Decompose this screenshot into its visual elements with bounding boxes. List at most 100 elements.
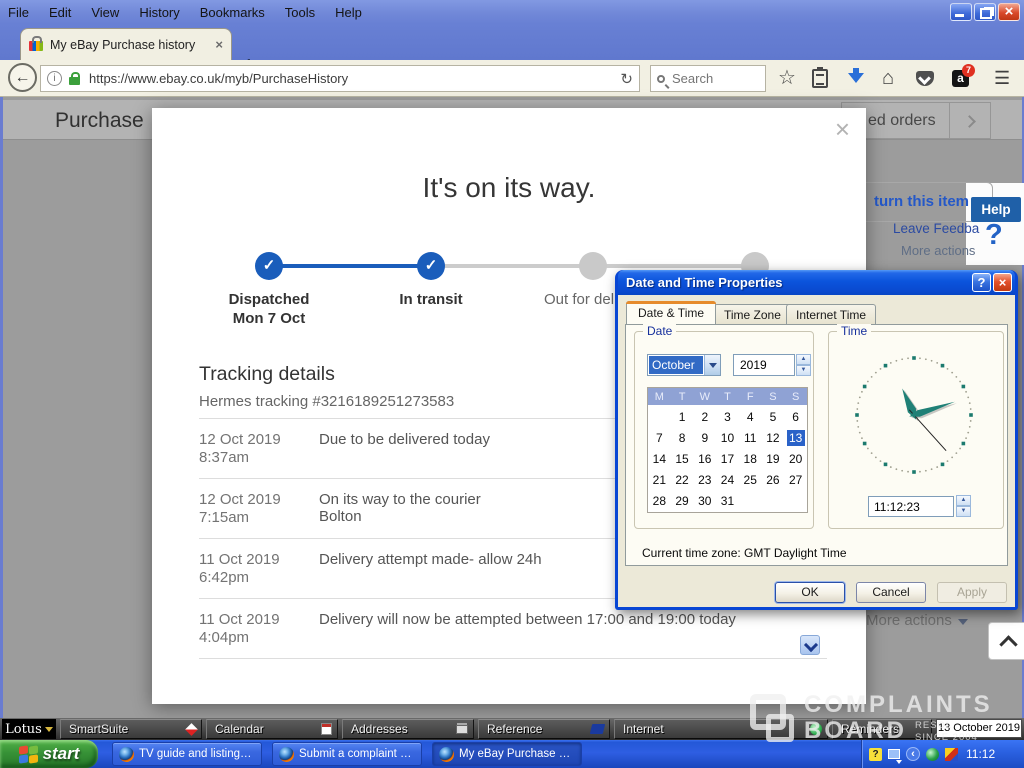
tray-help-icon[interactable] bbox=[869, 748, 882, 761]
task-label: Submit a complaint □... bbox=[299, 748, 415, 760]
ok-button[interactable]: OK bbox=[775, 582, 845, 603]
lotus-reminders-button[interactable]: Reminders bbox=[832, 719, 932, 739]
firefox-icon bbox=[439, 747, 454, 762]
lotus-menu-button[interactable]: Lotus bbox=[2, 719, 56, 739]
calendar-day[interactable]: 16 bbox=[696, 451, 714, 467]
dialog-titlebar[interactable]: Date and Time Properties bbox=[618, 270, 1015, 295]
tab-date-time[interactable]: Date & Time bbox=[626, 301, 716, 324]
chevron-down-icon[interactable] bbox=[704, 355, 720, 375]
task-tv-guide[interactable]: TV guide and listings -... bbox=[112, 742, 262, 766]
calendar-day[interactable]: 17 bbox=[718, 451, 736, 467]
lotus-internet-button[interactable]: Internet bbox=[614, 719, 828, 739]
calendar-day[interactable]: 6 bbox=[787, 409, 805, 425]
cancel-button[interactable]: Cancel bbox=[856, 582, 926, 603]
tray-network-icon[interactable] bbox=[926, 748, 939, 761]
library-icon[interactable] bbox=[812, 69, 828, 88]
calendar-day[interactable]: 26 bbox=[764, 472, 782, 488]
pocket-icon[interactable] bbox=[916, 71, 934, 86]
more-actions-dropdown[interactable]: More actions bbox=[866, 612, 968, 629]
close-button[interactable] bbox=[998, 3, 1020, 21]
time-field[interactable] bbox=[868, 496, 954, 517]
calendar-day[interactable]: 30 bbox=[696, 493, 714, 509]
tab-my-ebay[interactable]: My eBay Purchase history bbox=[20, 28, 232, 60]
reload-icon[interactable] bbox=[620, 70, 633, 88]
leave-feedback-link[interactable]: Leave Feedba bbox=[893, 221, 979, 236]
back-to-top-button[interactable] bbox=[988, 622, 1024, 660]
lotus-smartsuite-button[interactable]: SmartSuite bbox=[60, 719, 202, 739]
menu-edit[interactable]: Edit bbox=[49, 5, 71, 20]
calendar-day[interactable]: 1 bbox=[673, 409, 691, 425]
calendar-day[interactable]: 24 bbox=[718, 472, 736, 488]
home-icon[interactable] bbox=[882, 66, 894, 90]
calendar-day[interactable]: 28 bbox=[650, 493, 668, 509]
modal-close-icon[interactable] bbox=[835, 116, 850, 142]
restore-button[interactable] bbox=[974, 3, 996, 21]
lotus-addresses-button[interactable]: Addresses bbox=[342, 719, 474, 739]
calendar-day[interactable]: 5 bbox=[764, 409, 782, 425]
menu-bookmarks[interactable]: Bookmarks bbox=[200, 5, 265, 20]
menu-tools[interactable]: Tools bbox=[285, 5, 315, 20]
calendar-day[interactable]: 14 bbox=[650, 451, 668, 467]
calendar-day[interactable]: 3 bbox=[718, 409, 736, 425]
calendar-day[interactable]: 10 bbox=[718, 430, 736, 446]
task-submit-complaint[interactable]: Submit a complaint □... bbox=[272, 742, 422, 766]
calendar-day[interactable]: 11 bbox=[741, 430, 759, 446]
tab-internet-time[interactable]: Internet Time bbox=[786, 304, 876, 325]
calendar-day[interactable]: 18 bbox=[741, 451, 759, 467]
calendar-day[interactable]: 22 bbox=[673, 472, 691, 488]
url-bar[interactable] bbox=[40, 65, 640, 92]
tab-time-zone[interactable]: Time Zone bbox=[714, 304, 791, 325]
calendar-day[interactable]: 20 bbox=[787, 451, 805, 467]
lock-icon[interactable] bbox=[69, 77, 80, 85]
calendar-day[interactable]: 23 bbox=[696, 472, 714, 488]
calendar-day[interactable]: 7 bbox=[650, 430, 668, 446]
calendar-day[interactable]: 9 bbox=[696, 430, 714, 446]
spin-down-icon[interactable] bbox=[796, 365, 811, 376]
menu-view[interactable]: View bbox=[91, 5, 119, 20]
menu-history[interactable]: History bbox=[139, 5, 179, 20]
scroll-down-button[interactable] bbox=[800, 635, 820, 655]
spin-up-icon[interactable] bbox=[796, 354, 811, 365]
lotus-reference-button[interactable]: Reference bbox=[478, 719, 610, 739]
menu-file[interactable]: File bbox=[8, 5, 29, 20]
tray-window-icon[interactable] bbox=[888, 749, 900, 759]
calendar-day[interactable]: 4 bbox=[741, 409, 759, 425]
tab-close-icon[interactable] bbox=[215, 37, 223, 52]
month-dropdown[interactable]: October bbox=[647, 354, 721, 376]
site-info-icon[interactable] bbox=[47, 71, 62, 86]
search-input[interactable] bbox=[670, 70, 759, 87]
apply-button[interactable]: Apply bbox=[937, 582, 1007, 603]
year-field[interactable]: 2019 bbox=[733, 354, 795, 376]
more-actions-link[interactable]: More actions bbox=[901, 243, 975, 258]
help-question-icon[interactable]: ? bbox=[985, 219, 1003, 252]
spin-up-icon[interactable] bbox=[956, 495, 971, 506]
calendar-day[interactable]: 31 bbox=[718, 493, 736, 509]
url-input[interactable] bbox=[87, 70, 613, 87]
lotus-calendar-button[interactable]: Calendar bbox=[206, 719, 338, 739]
hamburger-menu-icon[interactable] bbox=[994, 66, 1010, 90]
dialog-close-button[interactable] bbox=[993, 273, 1012, 292]
tray-collapse-icon[interactable] bbox=[906, 747, 920, 761]
task-my-ebay[interactable]: My eBay Purchase his... bbox=[432, 742, 582, 766]
bookmark-star-icon[interactable] bbox=[778, 66, 796, 90]
calendar-day[interactable]: 27 bbox=[787, 472, 805, 488]
calendar-day[interactable]: 25 bbox=[741, 472, 759, 488]
tray-notes-icon[interactable] bbox=[945, 748, 958, 761]
calendar-day[interactable]: 12 bbox=[764, 430, 782, 446]
calendar-day[interactable]: 8 bbox=[673, 430, 691, 446]
calendar-day[interactable]: 2 bbox=[696, 409, 714, 425]
start-button[interactable]: start bbox=[0, 740, 98, 768]
calendar-day-selected[interactable]: 13 bbox=[787, 430, 805, 446]
search-bar[interactable] bbox=[650, 65, 766, 92]
dialog-help-button[interactable] bbox=[972, 273, 991, 292]
calendar-day[interactable]: 21 bbox=[650, 472, 668, 488]
back-button[interactable] bbox=[8, 63, 37, 92]
calendar-day[interactable]: 29 bbox=[673, 493, 691, 509]
amazon-extension-icon[interactable]: 7 bbox=[952, 70, 969, 87]
menu-help[interactable]: Help bbox=[335, 5, 362, 20]
downloads-icon[interactable] bbox=[848, 73, 864, 83]
calendar-day[interactable]: 15 bbox=[673, 451, 691, 467]
spin-down-icon[interactable] bbox=[956, 506, 971, 517]
calendar-day[interactable]: 19 bbox=[764, 451, 782, 467]
minimize-button[interactable] bbox=[950, 3, 972, 21]
